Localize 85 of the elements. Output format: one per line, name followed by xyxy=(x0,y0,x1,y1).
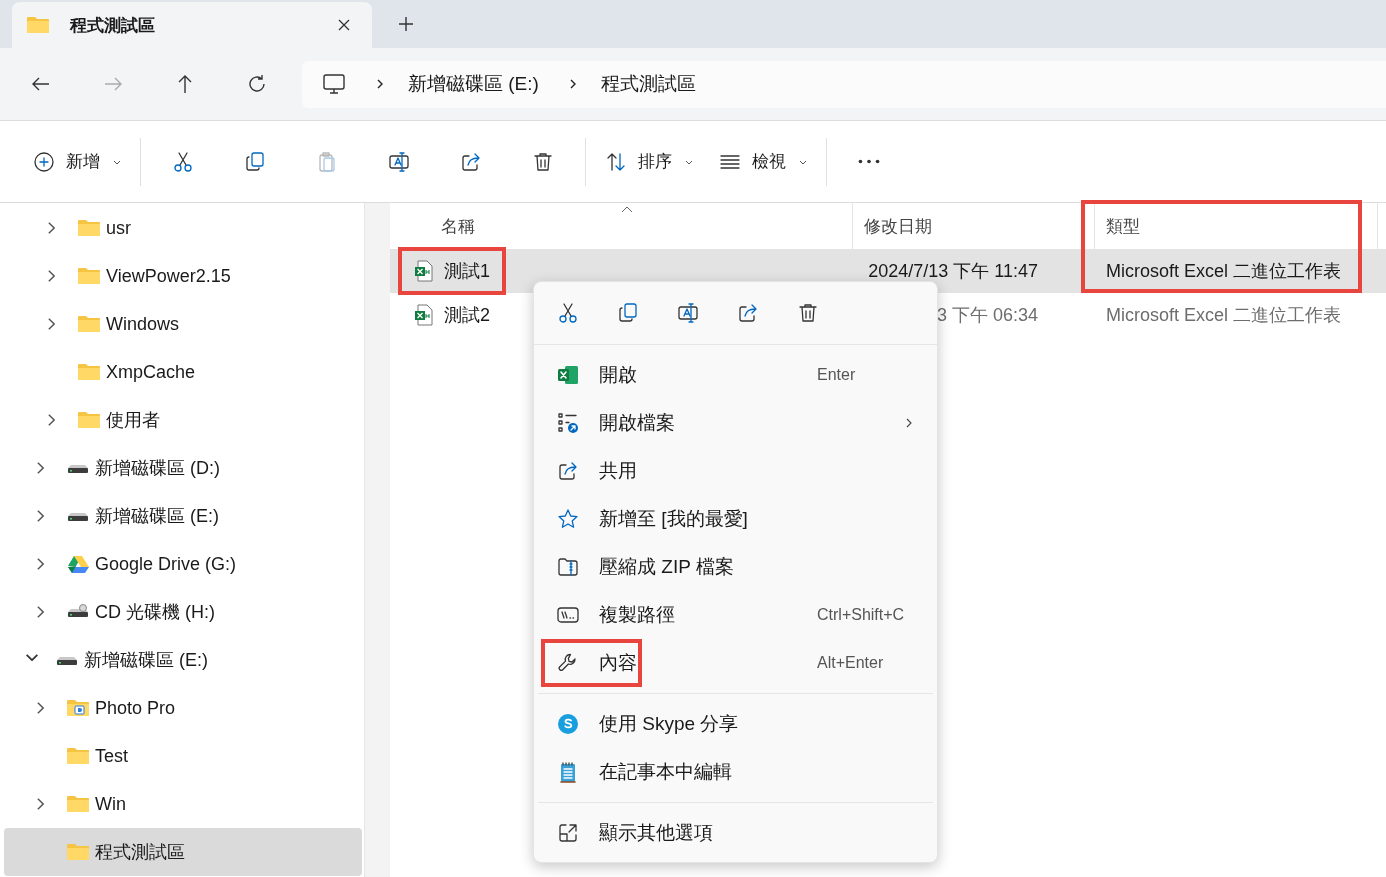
tree-label: Test xyxy=(95,745,128,767)
folder-icon xyxy=(77,266,101,286)
rename-icon xyxy=(676,301,700,325)
menu-item[interactable]: 開啟 Enter xyxy=(534,351,937,399)
folder-icon xyxy=(66,794,90,814)
new-tab-icon[interactable] xyxy=(398,16,414,32)
breadcrumb-item[interactable]: 新增磁碟區 (E:) xyxy=(408,71,539,97)
google-drive-icon xyxy=(66,554,90,574)
date-cell-text: 3 下午 06:34 xyxy=(935,304,1039,327)
tree-label: Google Drive (G:) xyxy=(95,553,237,575)
monitor-icon xyxy=(322,72,346,96)
close-icon[interactable] xyxy=(336,17,352,33)
more-icon xyxy=(858,159,880,164)
cut-button[interactable] xyxy=(556,301,580,325)
tree-item[interactable]: Win xyxy=(4,780,363,828)
menu-item[interactable]: 複製路徑 Ctrl+Shift+C xyxy=(534,591,937,639)
tree-item[interactable]: usr xyxy=(4,204,363,252)
breadcrumb-item[interactable]: 程式測試區 xyxy=(600,71,696,97)
menu-item[interactable]: 使用 Skype 分享 xyxy=(534,700,937,748)
app-folder-icon xyxy=(66,698,90,718)
tree-item[interactable]: 新增磁碟區 (D:) xyxy=(4,444,363,492)
view-button[interactable]: 檢視 xyxy=(708,137,818,186)
tree-label: CD 光碟機 (H:) xyxy=(95,601,215,624)
type-cell-text: Microsoft Excel 二進位工作表 xyxy=(1105,260,1343,283)
rename-icon xyxy=(387,149,411,174)
tree-label: 程式測試區 xyxy=(95,841,185,864)
folder-tab[interactable]: 程式測試區 xyxy=(12,2,372,48)
expand-icon xyxy=(556,821,580,845)
folder-icon xyxy=(77,218,101,238)
tree-label: 新增磁碟區 (E:) xyxy=(84,649,208,672)
address-bar[interactable]: 新增磁碟區 (E:) 程式測試區 xyxy=(302,60,1386,108)
tree-label: Photo Pro xyxy=(95,697,176,719)
tree-item[interactable]: Photo Pro xyxy=(4,684,363,732)
tree-item[interactable]: Google Drive (G:) xyxy=(4,540,363,588)
menu-item[interactable]: 顯示其他選項 xyxy=(534,809,937,857)
star-icon xyxy=(556,507,580,531)
tree-label: Windows xyxy=(106,313,180,335)
app-list-icon xyxy=(556,411,580,435)
new-button[interactable]: 新增 xyxy=(22,137,132,186)
folder-icon xyxy=(77,362,101,382)
folder-icon xyxy=(66,746,90,766)
tree-item[interactable]: Windows xyxy=(4,300,363,348)
folder-icon xyxy=(77,314,101,334)
tree-label: 新增磁碟區 (E:) xyxy=(95,505,219,528)
scrollbar-track[interactable] xyxy=(364,203,390,877)
type-cell-text: Microsoft Excel 二進位工作表 xyxy=(1105,304,1343,327)
tree-item[interactable]: 新增磁碟區 (E:) xyxy=(4,636,363,684)
scissors-icon xyxy=(556,301,580,325)
excel-icon xyxy=(556,363,580,387)
copy-button[interactable] xyxy=(616,301,640,325)
excel-file-icon xyxy=(414,304,434,326)
folder-icon xyxy=(66,842,90,862)
file-name: 測試2 xyxy=(444,304,490,327)
tree-label: XmpCache xyxy=(106,361,196,383)
tree-item[interactable]: XmpCache xyxy=(4,348,363,396)
sort-button[interactable]: 排序 xyxy=(594,137,704,186)
menu-item[interactable]: 內容 Alt+Enter xyxy=(534,639,937,687)
file-name: 測試1 xyxy=(444,260,490,283)
menu-item[interactable]: 新增至 [我的最愛] xyxy=(534,495,937,543)
tree-item[interactable]: Test xyxy=(4,732,363,780)
tree-item[interactable]: CD 光碟機 (H:) xyxy=(4,588,363,636)
folder-icon xyxy=(26,15,50,35)
copy-icon xyxy=(616,301,640,325)
tree-item[interactable]: 程式測試區 xyxy=(4,828,363,876)
tree-label: Win xyxy=(95,793,126,815)
skype-icon xyxy=(556,712,580,736)
tree-item[interactable]: 新增磁碟區 (E:) xyxy=(4,492,363,540)
copy-icon xyxy=(243,149,267,174)
tree-item[interactable]: ViewPower2.15 xyxy=(4,252,363,300)
tree-label: 使用者 xyxy=(106,409,160,432)
date-cell-text: 2024/7/13 下午 11:47 xyxy=(867,260,1039,283)
menu-item[interactable]: 在記事本中編輯 xyxy=(534,748,937,796)
rename-button[interactable] xyxy=(676,301,700,325)
menu-item[interactable]: 共用 xyxy=(534,447,937,495)
tree-label: usr xyxy=(106,217,131,239)
plus-circle-icon xyxy=(32,149,56,174)
tree-label: ViewPower2.15 xyxy=(106,265,231,287)
zip-folder-icon xyxy=(556,555,580,579)
sort-caret-icon xyxy=(621,205,633,213)
menu-item[interactable]: 壓縮成 ZIP 檔案 xyxy=(534,543,937,591)
folder-icon xyxy=(77,410,101,430)
tree-label: 新增磁碟區 (D:) xyxy=(95,457,220,480)
tree-item[interactable]: 使用者 xyxy=(4,396,363,444)
menu-item[interactable]: 開啟檔案 xyxy=(534,399,937,447)
excel-file-icon xyxy=(414,260,434,282)
